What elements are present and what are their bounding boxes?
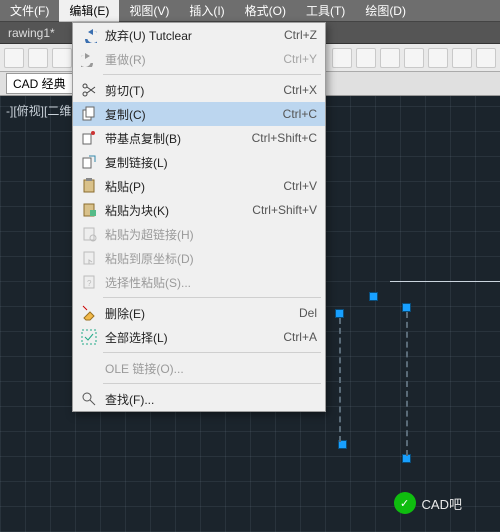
toolbar-button[interactable] [404,48,424,68]
menu-item-label: 选择性粘贴(S)... [101,274,317,291]
redo-icon [77,51,101,67]
menu-item-label: 粘贴为块(K) [101,202,244,219]
toolbar-button[interactable] [428,48,448,68]
toolbar-button[interactable] [28,48,48,68]
menu-separator [103,74,321,75]
watermark-label: CAD吧 [422,494,462,513]
wechat-icon: ✓ [394,492,416,514]
construction-line [339,318,341,442]
menu-item-label: 放弃(U) Tutclear [101,27,276,44]
toolbar-button[interactable] [52,48,72,68]
scissors-icon [77,82,101,98]
menu-item-shortcut: Ctrl+Y [275,52,317,66]
menu-item[interactable]: 复制(C)Ctrl+C [73,102,325,126]
menu-item-shortcut: Ctrl+Shift+C [244,131,317,145]
menu-视图[interactable]: 视图(V) [119,0,179,22]
menu-item-shortcut: Del [291,306,317,320]
crosshair-horizontal [390,281,500,282]
menu-item-label: 粘贴到原坐标(D) [101,250,317,267]
menu-item-label: 粘贴为超链接(H) [101,226,317,243]
undo-icon [77,27,101,43]
menu-item-label: 全部选择(L) [101,329,275,346]
menu-插入[interactable]: 插入(I) [179,0,234,22]
menu-item: 粘贴为超链接(H) [73,222,325,246]
menu-item-label: 复制(C) [101,106,275,123]
menu-item[interactable]: 带基点复制(B)Ctrl+Shift+C [73,126,325,150]
toolbar-button[interactable] [4,48,24,68]
menu-item-shortcut: Ctrl+Z [276,28,317,42]
menu-item-label: OLE 链接(O)... [101,360,317,377]
copy-link-icon [77,154,101,170]
selection-grip[interactable] [335,309,344,318]
menu-separator [103,297,321,298]
menu-item[interactable]: 剪切(T)Ctrl+X [73,78,325,102]
menu-item-label: 查找(F)... [101,391,317,408]
workspace-selector[interactable]: CAD 经典 [6,73,73,94]
menu-item-label: 粘贴(P) [101,178,275,195]
menu-item-label: 删除(E) [101,305,291,322]
menu-item: 重做(R)Ctrl+Y [73,47,325,71]
menu-bar: 文件(F)编辑(E)视图(V)插入(I)格式(O)工具(T)绘图(D) [0,0,500,22]
menu-item-label: 剪切(T) [101,82,275,99]
menu-separator [103,383,321,384]
paste-hyperlink-icon [77,226,101,242]
menu-文件[interactable]: 文件(F) [0,0,59,22]
selection-grip[interactable] [369,292,378,301]
menu-item[interactable]: 复制链接(L) [73,150,325,174]
watermark: ✓ CAD吧 [394,492,462,514]
paste-special-icon [77,274,101,290]
paste-block-icon [77,202,101,218]
menu-item[interactable]: 删除(E)Del [73,301,325,325]
menu-item[interactable]: 查找(F)... [73,387,325,411]
copy-base-icon [77,130,101,146]
selection-grip[interactable] [402,303,411,312]
viewport-label[interactable]: -][俯视][二维 [6,102,71,119]
pan-button[interactable] [332,48,352,68]
toolbar-button[interactable] [476,48,496,68]
menu-item-shortcut: Ctrl+C [275,107,317,121]
orbit-button[interactable] [380,48,400,68]
menu-item-label: 重做(R) [101,51,275,68]
copy-icon [77,106,101,122]
menu-item: OLE 链接(O)... [73,356,325,380]
menu-item-shortcut: Ctrl+V [275,179,317,193]
erase-icon [77,305,101,321]
menu-绘图[interactable]: 绘图(D) [355,0,416,22]
menu-item[interactable]: 全部选择(L)Ctrl+A [73,325,325,349]
select-all-icon [77,329,101,345]
menu-item-shortcut: Ctrl+Shift+V [244,203,317,217]
construction-line [406,312,408,456]
document-title: rawing1* [8,26,55,40]
menu-item: 选择性粘贴(S)... [73,270,325,294]
menu-工具[interactable]: 工具(T) [296,0,355,22]
zoom-button[interactable] [356,48,376,68]
menu-item-shortcut: Ctrl+A [275,330,317,344]
menu-编辑[interactable]: 编辑(E) [59,0,119,22]
menu-item-label: 带基点复制(B) [101,130,244,147]
menu-item[interactable]: 放弃(U) TutclearCtrl+Z [73,23,325,47]
menu-格式[interactable]: 格式(O) [235,0,296,22]
menu-item-label: 复制链接(L) [101,154,317,171]
menu-separator [103,352,321,353]
paste-orig-icon [77,250,101,266]
menu-item-shortcut: Ctrl+X [275,83,317,97]
toolbar-button[interactable] [452,48,472,68]
edit-menu-dropdown: 放弃(U) TutclearCtrl+Z重做(R)Ctrl+Y剪切(T)Ctrl… [72,22,326,412]
find-icon [77,391,101,407]
menu-item[interactable]: 粘贴为块(K)Ctrl+Shift+V [73,198,325,222]
paste-icon [77,178,101,194]
menu-item: 粘贴到原坐标(D) [73,246,325,270]
menu-item[interactable]: 粘贴(P)Ctrl+V [73,174,325,198]
